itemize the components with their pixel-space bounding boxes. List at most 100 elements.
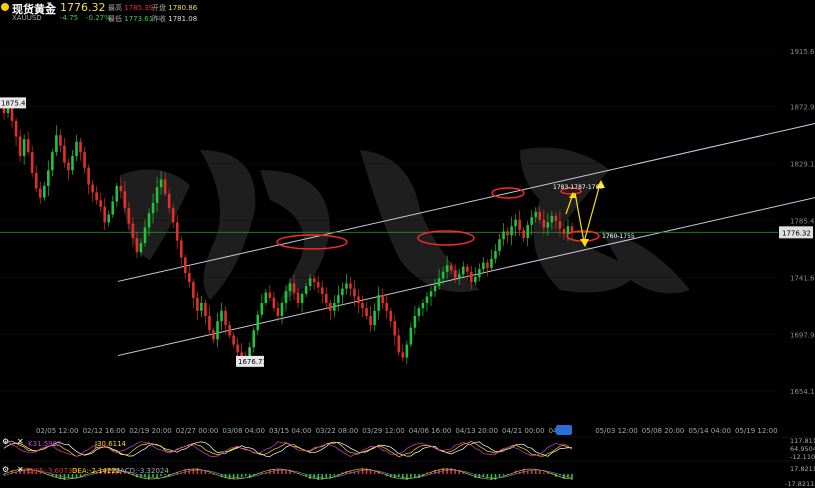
candle-body [328, 302, 332, 311]
current-price-label: 1776.32 [782, 229, 811, 237]
macd-bar [232, 474, 235, 480]
candle-body [296, 292, 300, 303]
time-cursor-marker [556, 425, 572, 435]
candle-body [216, 321, 219, 340]
x-tick-label: 03/29 12:00 [362, 427, 405, 435]
candle-body [59, 135, 62, 146]
candle-body [542, 219, 546, 228]
candle-body [558, 221, 562, 229]
macd-bar [273, 468, 275, 474]
macd-bar [309, 474, 311, 479]
gold-icon [1, 3, 9, 11]
x-tick-label: 02/19 20:00 [129, 427, 172, 435]
candle-body [212, 330, 215, 340]
candle-body [280, 302, 284, 316]
candle-body [34, 172, 38, 189]
candle-body [469, 271, 473, 283]
macd-bar [313, 474, 315, 478]
candle-body [292, 283, 296, 293]
x-tick-label: 05/03 12:00 [595, 427, 638, 435]
settings-gear-icon: ⚙ [2, 465, 9, 474]
candle-body [175, 222, 179, 241]
candle-body [494, 250, 497, 259]
candle-body [111, 201, 115, 215]
candle-body [518, 219, 521, 231]
candle-body [252, 330, 256, 348]
candle-body [63, 145, 66, 163]
candle-body [171, 208, 175, 223]
candle-body [433, 286, 437, 292]
candle-body [183, 257, 187, 274]
macd-bar [543, 472, 545, 474]
candle-body [308, 278, 312, 287]
settings-gear-icon: ⚙ [2, 437, 9, 446]
candle-body [300, 293, 304, 303]
kdj-j-label: J30.6114 [94, 440, 127, 448]
candle-body [143, 227, 147, 244]
candle-body [550, 215, 554, 223]
macd-bar [204, 470, 207, 474]
candle-body [365, 308, 368, 316]
candle-body [159, 179, 163, 188]
candle-body [135, 237, 139, 253]
candle-body [397, 335, 401, 353]
macd-bar [3, 474, 5, 476]
candle-body [127, 208, 131, 224]
macd-bar [498, 474, 501, 478]
candle-body [506, 231, 509, 236]
candle-body [268, 292, 272, 298]
candle-body [123, 191, 127, 209]
candle-body [256, 314, 260, 331]
y-tick-label: 1654.19 [790, 388, 815, 396]
macd-bar [534, 470, 537, 474]
candle-body [324, 293, 328, 303]
macd-diff-label: DIFF:-3.60733 [28, 467, 77, 475]
candle-body [345, 283, 348, 289]
candle-body [373, 310, 376, 326]
close-icon: ✕ [17, 437, 24, 446]
candle-body [288, 283, 292, 292]
candle-body [55, 135, 58, 153]
macd-value-label: MACD:-3.32024 [114, 467, 169, 475]
x-tick-label: 02/12 16:00 [83, 427, 126, 435]
candle-body [562, 228, 566, 235]
candle-body [546, 222, 550, 228]
macd-bar [502, 474, 505, 476]
candle-body [228, 325, 231, 336]
candle-body [316, 282, 320, 288]
candle-body [304, 286, 308, 294]
candle-body [151, 202, 155, 214]
candle-body [91, 184, 94, 193]
candle-body [264, 292, 268, 303]
high-price-label: 1875.49 [1, 99, 30, 107]
quote-open: 开盘 1780.86 [152, 4, 198, 12]
candle-body [498, 239, 501, 251]
candle-body [337, 295, 340, 303]
candle-body [478, 269, 481, 277]
candle-body [474, 276, 477, 283]
candle-body [26, 139, 30, 153]
candle-body [381, 295, 384, 303]
candle-body [71, 156, 74, 171]
candle-body [224, 310, 227, 326]
price-chart[interactable]: 1875.49 1676.71 1783-1787-1790 1760-1755 19… [0, 0, 815, 488]
kdj-k-label: K31.5902 [28, 440, 62, 448]
x-tick-label: 04/21 00:00 [502, 427, 545, 435]
candle-body [276, 308, 280, 316]
y-tick-label: 1915.66 [790, 48, 815, 56]
macd-bar [200, 470, 203, 474]
macd-bar [293, 473, 295, 474]
candle-body [425, 296, 429, 303]
candle-body [179, 240, 183, 258]
macd-bar [244, 474, 247, 477]
candle-body [2, 107, 6, 114]
chevron-down-icon[interactable]: ▾ [47, 0, 52, 10]
candle-body [312, 278, 316, 283]
x-tick-label: 05/14 04:00 [688, 427, 731, 435]
candle-body [75, 141, 78, 157]
candle-body [131, 223, 135, 238]
support-annotation: 1760-1755 [602, 233, 635, 240]
candle-body [320, 287, 324, 294]
candle-body [87, 167, 90, 185]
candle-body [284, 291, 288, 303]
